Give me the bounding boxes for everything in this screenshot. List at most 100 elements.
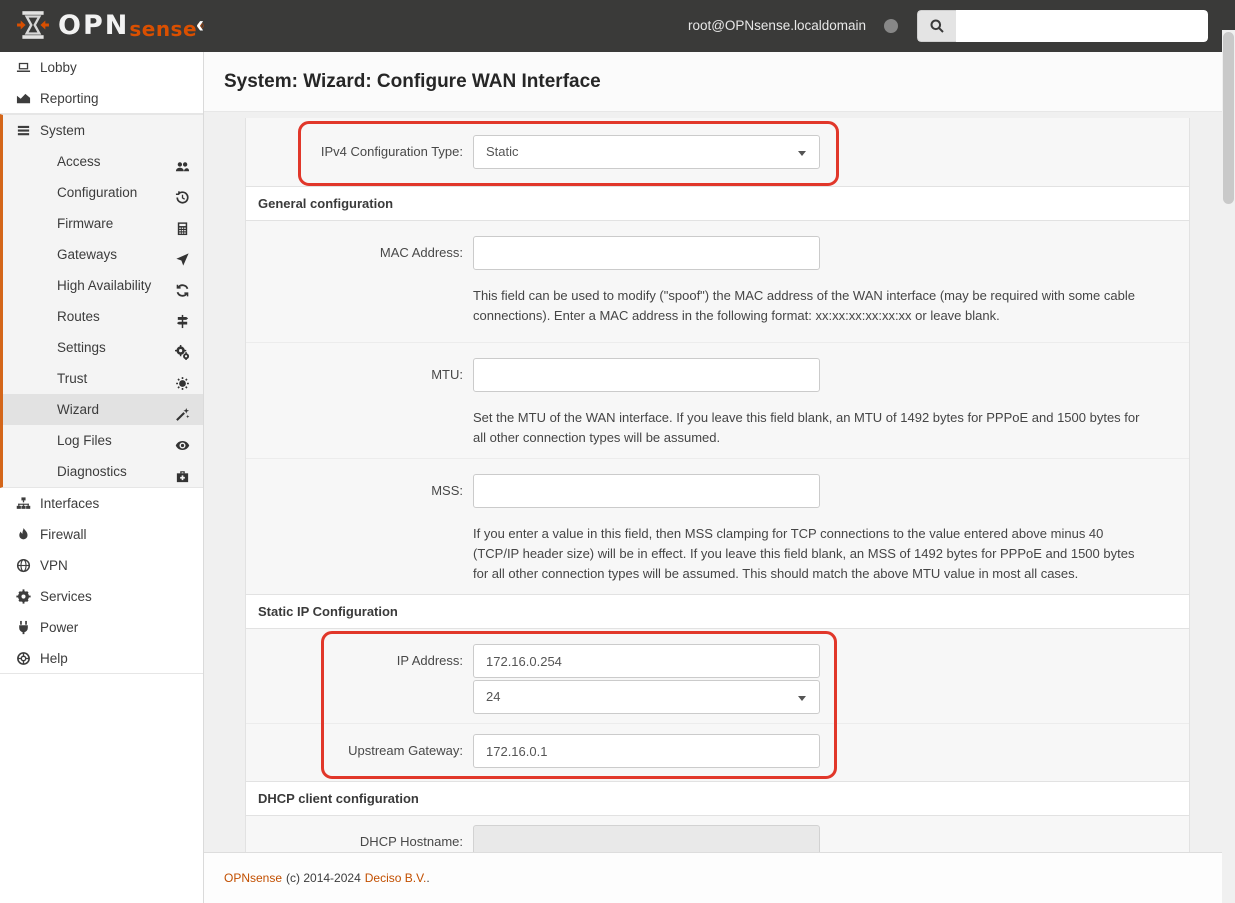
sidebar-item-system[interactable]: System: [3, 115, 203, 146]
opnsense-logo[interactable]: OPN sense ®: [16, 8, 204, 42]
upstream-gateway-label: Upstream Gateway:: [348, 743, 463, 758]
section-static-ip-configuration: Static IP Configuration: [246, 594, 1189, 629]
mtu-help: Set the MTU of the WAN interface. If you…: [473, 410, 1140, 445]
sidebar-item-label: Reporting: [40, 90, 99, 106]
sidebar-item-vpn[interactable]: VPN: [0, 550, 203, 581]
section-dhcp-client-configuration: DHCP client configuration: [246, 781, 1189, 816]
footer-opnsense-link[interactable]: OPNsense: [224, 871, 282, 885]
form-row-ip-address: IP Address: 24: [246, 629, 1189, 723]
sidebar-item-label: VPN: [40, 558, 68, 573]
sidebar-item-label: Access: [57, 154, 101, 169]
scrollbar-header-cap: [1222, 0, 1235, 30]
page-header: System: Wizard: Configure WAN Interface: [204, 52, 1222, 112]
sidebar-item-label: System: [40, 123, 86, 138]
sidebar-item-configuration[interactable]: Configuration: [3, 177, 203, 208]
form-row-mac-address: MAC Address: This field can be used to m…: [246, 221, 1189, 342]
page-title: System: Wizard: Configure WAN Interface: [224, 70, 601, 92]
sidebar-item-label: Diagnostics: [57, 464, 127, 479]
subnet-mask-select[interactable]: 24: [473, 680, 820, 714]
opnsense-hourglass-icon: [17, 11, 49, 39]
sidebar-item-label: Log Files: [57, 433, 112, 448]
sidebar-item-label: Trust: [57, 371, 88, 386]
logged-in-user: root@OPNsense.localdomain: [687, 18, 866, 33]
system-list-icon: [16, 123, 40, 138]
footer-deciso-link[interactable]: Deciso B.V.: [365, 871, 427, 885]
search-input[interactable]: [956, 10, 1208, 42]
mac-address-label: MAC Address:: [379, 245, 463, 260]
sitemap-icon: [16, 496, 40, 511]
status-indicator-icon[interactable]: [884, 19, 898, 33]
form-row-mss: MSS: If you enter a value in this field,…: [246, 458, 1189, 594]
section-general-configuration: General configuration: [246, 186, 1189, 221]
wizard-form: IPv4 Configuration Type: Static General …: [245, 118, 1190, 897]
sidebar-item-label: Configuration: [57, 185, 138, 200]
sidebar-item-label: Firewall: [40, 527, 87, 542]
sidebar-item-settings[interactable]: Settings: [3, 332, 203, 363]
ipv4-type-label: IPv4 Configuration Type:: [320, 144, 463, 159]
top-header: OPN sense ® ‹ root@OPNsense.localdomain: [0, 0, 1235, 52]
sidebar-nav: Lobby Reporting System Access Configurat…: [0, 52, 204, 903]
mss-input[interactable]: [473, 474, 820, 508]
sidebar-item-label: High Availability: [57, 278, 152, 293]
sidebar-item-label: Services: [40, 589, 92, 604]
main-content: System: Wizard: Configure WAN Interface …: [204, 52, 1222, 903]
sidebar-item-firewall[interactable]: Firewall: [0, 519, 203, 550]
form-row-upstream-gateway: Upstream Gateway:: [246, 723, 1189, 781]
search-icon: [917, 10, 956, 42]
sidebar-group-system: System Access Configuration Firmware Gat…: [0, 114, 203, 488]
page-footer: OPNsense (c) 2014-2024 Deciso B.V..: [204, 852, 1222, 903]
sidebar-item-power[interactable]: Power: [0, 612, 203, 643]
footer-period: .: [426, 871, 430, 885]
sidebar-item-access[interactable]: Access: [3, 146, 203, 177]
footer-copyright: (c) 2014-2024: [286, 871, 361, 885]
laptop-icon: [16, 60, 40, 75]
sidebar-item-interfaces[interactable]: Interfaces: [0, 488, 203, 519]
sidebar-item-label: Power: [40, 620, 79, 635]
scrollbar-thumb[interactable]: [1223, 32, 1234, 204]
sidebar-item-trust[interactable]: Trust: [3, 363, 203, 394]
mac-address-help: This field can be used to modify ("spoof…: [473, 288, 1135, 323]
mtu-label: MTU:: [431, 367, 463, 382]
mss-help: If you enter a value in this field, then…: [473, 526, 1135, 581]
mac-address-input[interactable]: [473, 236, 820, 270]
sidebar-item-log-files[interactable]: Log Files: [3, 425, 203, 456]
sidebar-item-help[interactable]: Help: [0, 643, 203, 674]
gear-icon: [16, 589, 40, 604]
logo-text-sense: sense: [129, 17, 198, 41]
upstream-gateway-input[interactable]: [473, 734, 820, 768]
page-scrollbar: [1222, 0, 1235, 903]
fire-icon: [16, 527, 40, 542]
sidebar-item-routes[interactable]: Routes: [3, 301, 203, 332]
sidebar-item-diagnostics[interactable]: Diagnostics: [3, 456, 203, 487]
sidebar-item-label: Settings: [57, 340, 106, 355]
sidebar-item-high-availability[interactable]: High Availability: [3, 270, 203, 301]
life-ring-icon: [16, 651, 40, 666]
ipv4-type-select[interactable]: Static: [473, 135, 820, 169]
opnsense-app: OPN sense ® ‹ root@OPNsense.localdomain Lo…: [0, 0, 1235, 903]
globe-icon: [16, 558, 40, 573]
mss-label: MSS:: [431, 483, 463, 498]
sidebar-item-label: Help: [40, 650, 68, 666]
form-row-ipv4-type: IPv4 Configuration Type: Static: [246, 118, 1189, 186]
sidebar-item-label: Gateways: [57, 247, 118, 262]
sidebar-item-label: Wizard: [57, 402, 100, 417]
sidebar-item-services[interactable]: Services: [0, 581, 203, 612]
sidebar-item-reporting[interactable]: Reporting: [0, 83, 203, 114]
sidebar-item-firmware[interactable]: Firmware: [3, 208, 203, 239]
form-row-mtu: MTU: Set the MTU of the WAN interface. I…: [246, 342, 1189, 458]
area-chart-icon: [16, 91, 40, 106]
sidebar-item-wizard[interactable]: Wizard: [3, 394, 203, 425]
ip-address-input[interactable]: [473, 644, 820, 678]
sidebar-item-label: Firmware: [57, 216, 114, 231]
search-box: [917, 10, 1208, 42]
mtu-input[interactable]: [473, 358, 820, 392]
ip-address-label: IP Address:: [396, 653, 463, 668]
sidebar-item-gateways[interactable]: Gateways: [3, 239, 203, 270]
plug-icon: [16, 620, 40, 635]
logo-text-opn: OPN: [58, 9, 130, 41]
sidebar-item-label: Routes: [57, 309, 100, 324]
sidebar-collapse-button[interactable]: ‹: [196, 12, 204, 38]
sidebar-item-lobby[interactable]: Lobby: [0, 52, 203, 83]
sidebar-item-label: Lobby: [40, 60, 77, 75]
sidebar-item-label: Interfaces: [40, 496, 100, 511]
